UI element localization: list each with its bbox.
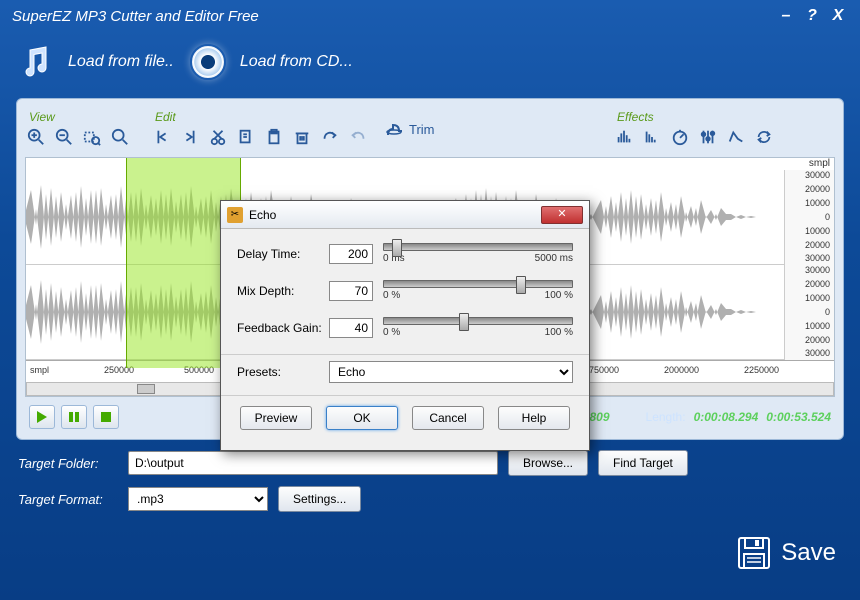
titlebar: SuperEZ MP3 Cutter and Editor Free – ? X: [0, 0, 860, 32]
browse-button[interactable]: Browse...: [508, 450, 588, 476]
scrollbar-thumb[interactable]: [137, 384, 155, 394]
help-button[interactable]: ?: [802, 7, 822, 25]
close-button[interactable]: X: [828, 7, 848, 25]
play-button[interactable]: [29, 405, 55, 429]
feedback-gain-slider[interactable]: [383, 317, 573, 325]
undo-icon[interactable]: [347, 126, 369, 148]
length-selection: 0:00:08.294: [694, 410, 759, 424]
delay-time-row: Delay Time: 0 ms5000 ms: [237, 243, 573, 264]
presets-row: Presets: Echo: [237, 361, 573, 383]
effects-label: Effects: [613, 110, 775, 124]
paste-icon[interactable]: [263, 126, 285, 148]
envelope-icon[interactable]: [725, 126, 747, 148]
dialog-titlebar[interactable]: ✂ Echo ✕: [221, 201, 589, 229]
load-from-file-button[interactable]: Load from file..: [16, 42, 174, 82]
zoom-out-icon[interactable]: [53, 126, 75, 148]
dialog-close-button[interactable]: ✕: [541, 206, 583, 224]
presets-select[interactable]: Echo: [329, 361, 573, 383]
help-dialog-button[interactable]: Help: [498, 406, 570, 430]
y-scale-right: 3000020000100000100002000030000: [784, 265, 834, 360]
cut-icon[interactable]: [207, 126, 229, 148]
target-folder-input[interactable]: [128, 451, 498, 475]
load-from-cd-button[interactable]: Load from CD...: [188, 42, 353, 82]
ok-button[interactable]: OK: [326, 406, 398, 430]
delete-icon[interactable]: [291, 126, 313, 148]
feedback-gain-input[interactable]: [329, 318, 373, 338]
delay-time-label: Delay Time:: [237, 247, 329, 261]
app-title: SuperEZ MP3 Cutter and Editor Free: [12, 8, 259, 25]
feedback-gain-row: Feedback Gain: 0 %100 %: [237, 317, 573, 338]
copy-icon[interactable]: [235, 126, 257, 148]
length-total: 0:00:53.524: [766, 410, 831, 424]
effects-group: Effects: [613, 110, 775, 148]
trim-label: Trim: [409, 122, 435, 137]
redo-icon[interactable]: [319, 126, 341, 148]
target-format-label: Target Format:: [18, 492, 118, 507]
zoom-fit-icon[interactable]: [109, 126, 131, 148]
echo-dialog: ✂ Echo ✕ Delay Time: 0 ms5000 ms Mix Dep…: [220, 200, 590, 451]
dialog-icon: ✂: [227, 207, 243, 223]
edit-label: Edit: [151, 110, 369, 124]
view-group: View: [25, 110, 131, 148]
cd-icon: [188, 42, 228, 82]
stop-button[interactable]: [93, 405, 119, 429]
music-note-icon: [16, 42, 56, 82]
pause-button[interactable]: [61, 405, 87, 429]
save-icon: [737, 536, 771, 570]
cancel-button[interactable]: Cancel: [412, 406, 484, 430]
mix-depth-input[interactable]: [329, 281, 373, 301]
mix-depth-label: Mix Depth:: [237, 284, 329, 298]
load-file-label: Load from file..: [68, 53, 174, 71]
feedback-gain-label: Feedback Gain:: [237, 321, 329, 335]
mark-end-icon[interactable]: [179, 126, 201, 148]
edit-group: Edit: [151, 110, 369, 148]
preview-button[interactable]: Preview: [240, 406, 312, 430]
find-target-button[interactable]: Find Target: [598, 450, 688, 476]
refresh-icon[interactable]: [753, 126, 775, 148]
trim-button[interactable]: Trim: [385, 121, 435, 137]
toolbar: View Edit Trim: [25, 105, 835, 153]
zoom-selection-icon[interactable]: [81, 126, 103, 148]
zoom-in-icon[interactable]: [25, 126, 47, 148]
presets-label: Presets:: [237, 365, 329, 379]
minimize-button[interactable]: –: [776, 7, 796, 25]
fade-icon[interactable]: [641, 126, 663, 148]
unit-label: smpl: [809, 158, 830, 169]
load-cd-label: Load from CD...: [240, 53, 353, 71]
view-label: View: [25, 110, 131, 124]
settings-button[interactable]: Settings...: [278, 486, 361, 512]
target-folder-label: Target Folder:: [18, 456, 118, 471]
save-label: Save: [781, 539, 836, 567]
dialog-title: Echo: [249, 208, 276, 222]
delay-time-input[interactable]: [329, 244, 373, 264]
y-scale-left: 3000020000100000100002000030000: [784, 170, 834, 265]
delay-time-slider[interactable]: [383, 243, 573, 251]
mix-depth-slider[interactable]: [383, 280, 573, 288]
equalizer-icon[interactable]: [697, 126, 719, 148]
bottom-panel: Target Folder: Browse... Find Target Tar…: [0, 440, 860, 522]
length-label: Length:: [646, 410, 686, 424]
save-button[interactable]: Save: [737, 536, 836, 570]
target-format-select[interactable]: .mp3: [128, 487, 268, 511]
mix-depth-row: Mix Depth: 0 %100 %: [237, 280, 573, 301]
mark-start-icon[interactable]: [151, 126, 173, 148]
load-row: Load from file.. Load from CD...: [0, 32, 860, 92]
speed-icon[interactable]: [669, 126, 691, 148]
amplify-icon[interactable]: [613, 126, 635, 148]
